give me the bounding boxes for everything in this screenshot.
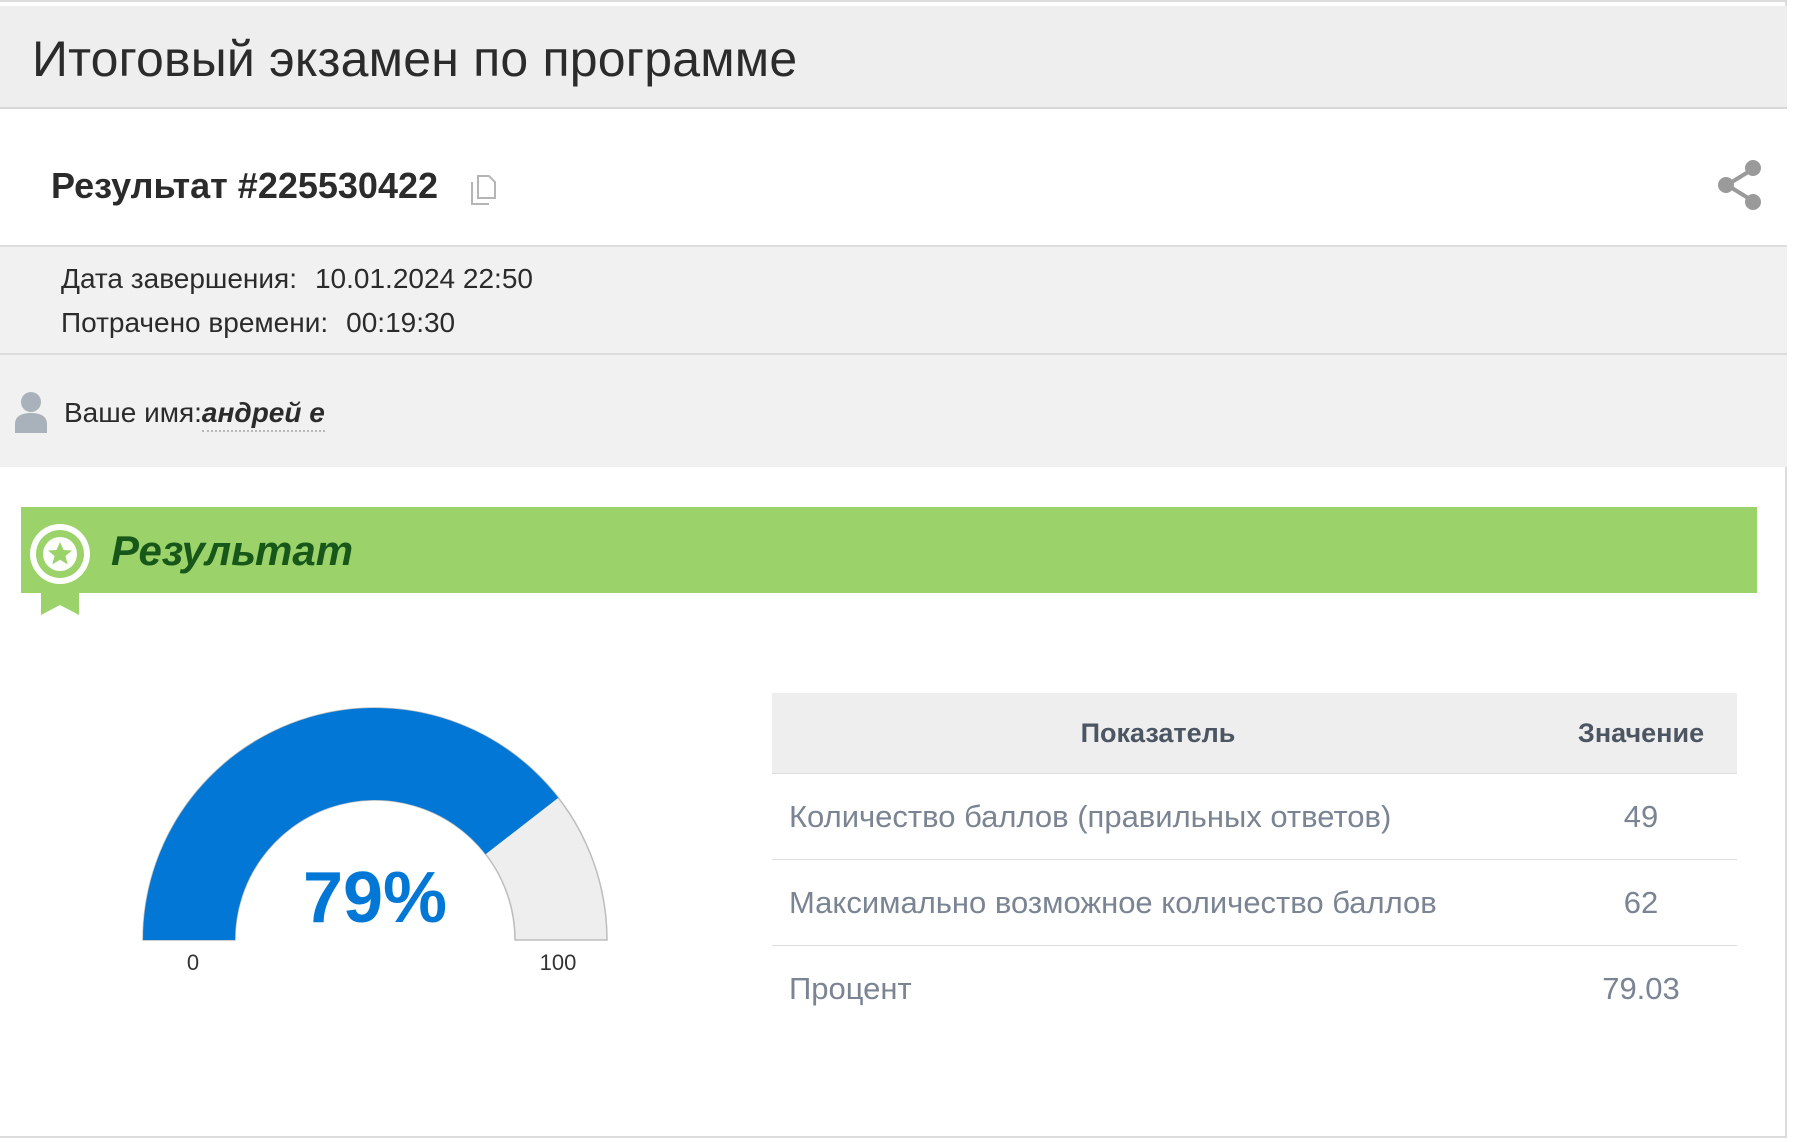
copy-icon[interactable] — [470, 175, 496, 205]
share-icon[interactable] — [1715, 157, 1765, 213]
completion-date-label: Дата завершения: — [61, 263, 297, 294]
row-value: 79.03 — [1602, 970, 1680, 1006]
time-spent-row: Потрачено времени: 00:19:30 — [61, 307, 455, 339]
result-banner: Результат — [21, 507, 1757, 615]
score-gauge: 79% 0 100 — [142, 707, 608, 975]
result-header: Результат #225530422 — [0, 109, 1787, 247]
banner-label: Результат — [111, 527, 354, 574]
name-value[interactable]: андрей е — [201, 397, 325, 432]
result-page: Итоговый экзамен по программе Результат … — [0, 0, 1787, 1138]
column-header-value: Значение — [1545, 693, 1737, 774]
gauge-value-text: 79% — [303, 858, 447, 938]
completion-date-value: 10.01.2024 22:50 — [314, 263, 533, 294]
table-row: Количество баллов (правильных ответов) 4… — [772, 773, 1737, 860]
name-field: Ваше имя:андрей е — [64, 397, 325, 432]
award-badge-icon — [30, 524, 90, 615]
user-name-row: Ваше имя:андрей е — [0, 355, 1787, 467]
page-header: Итоговый экзамен по программе — [0, 6, 1787, 109]
gauge-min-label: 0 — [187, 950, 199, 975]
results-table-wrap: Показатель Значение Количество баллов (п… — [772, 693, 1737, 1031]
user-icon — [15, 392, 47, 433]
table-row: Процент 79.03 — [772, 946, 1737, 1032]
table-header-row: Показатель Значение — [772, 693, 1737, 774]
time-spent-value: 00:19:30 — [346, 307, 456, 338]
row-label: Процент — [789, 970, 912, 1006]
results-table: Показатель Значение Количество баллов (п… — [772, 693, 1737, 1031]
row-value: 62 — [1545, 859, 1737, 946]
gauge-max-label: 100 — [540, 950, 577, 975]
result-meta: Дата завершения: 10.01.2024 22:50 Потраче… — [0, 247, 1787, 355]
result-title: Результат #225530422 — [51, 165, 439, 206]
time-spent-label: Потрачено времени: — [61, 307, 329, 338]
row-label: Максимально возможное количество баллов — [772, 859, 1545, 946]
page-title: Итоговый экзамен по программе — [32, 31, 798, 87]
row-value: 49 — [1545, 773, 1737, 860]
table-row: Максимально возможное количество баллов … — [772, 859, 1737, 946]
row-label: Количество баллов (правильных ответов) — [772, 773, 1545, 860]
name-label: Ваше имя: — [64, 397, 202, 428]
column-header-indicator: Показатель — [772, 693, 1545, 774]
completion-date-row: Дата завершения: 10.01.2024 22:50 — [61, 263, 533, 295]
